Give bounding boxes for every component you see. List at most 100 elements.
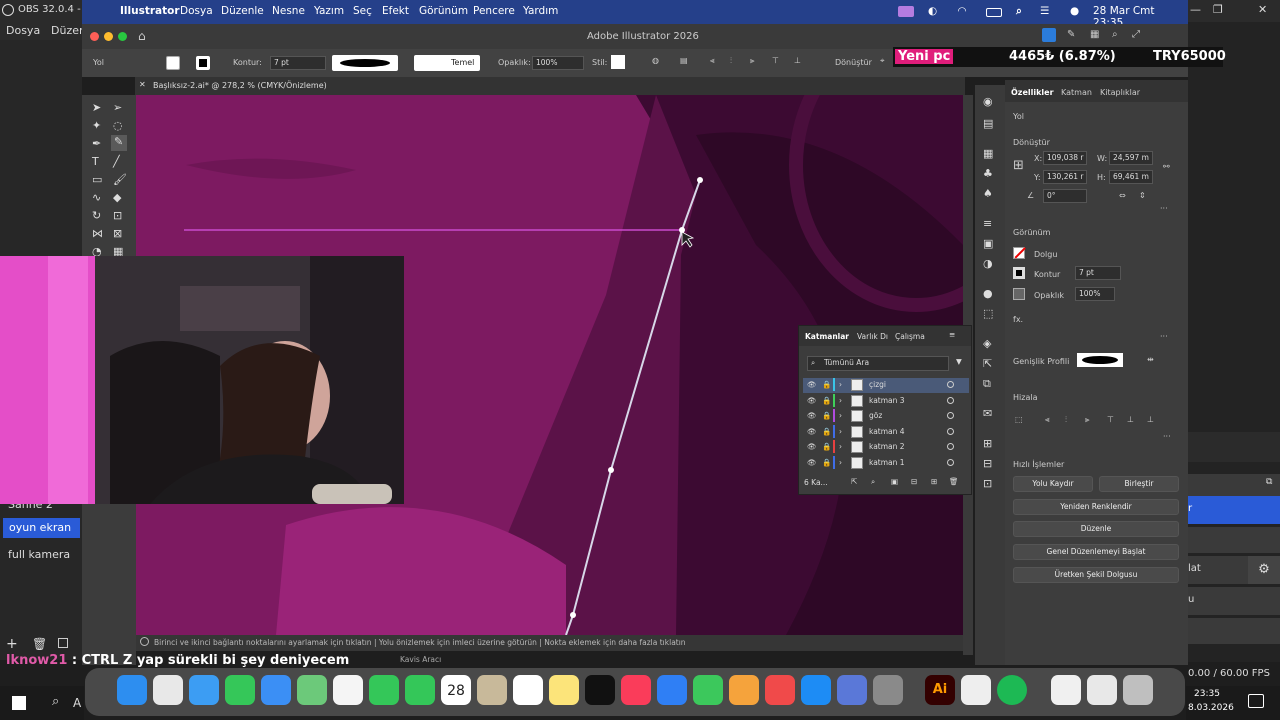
tab-libraries[interactable]: Kitaplıklar bbox=[1100, 88, 1140, 97]
x-field[interactable]: 109,038 r bbox=[1043, 151, 1087, 165]
calendar-icon[interactable]: 28 bbox=[441, 675, 471, 705]
stroke-swatch-icon[interactable] bbox=[1013, 267, 1025, 279]
stroke-panel-icon[interactable]: ≡ bbox=[983, 217, 992, 230]
minimize-icon[interactable]: — bbox=[1190, 3, 1201, 16]
phone-icon[interactable] bbox=[405, 675, 435, 705]
more-options-icon[interactable]: ··· bbox=[1160, 204, 1168, 213]
expand-arrow-icon[interactable]: › bbox=[839, 427, 842, 436]
transform-icon[interactable]: ⌖ bbox=[880, 56, 885, 66]
pen-icon[interactable]: ✎ bbox=[1067, 29, 1075, 40]
target-circle-icon[interactable] bbox=[947, 427, 954, 435]
properties-icon[interactable]: ◉ bbox=[983, 95, 993, 108]
obs-control-button[interactable]: lat bbox=[1188, 556, 1248, 584]
rocket-icon[interactable] bbox=[765, 675, 795, 705]
add-scene-icon[interactable]: + bbox=[6, 636, 18, 652]
layers-icon[interactable]: ◈ bbox=[983, 337, 991, 350]
search-icon[interactable]: ⌕ bbox=[1016, 5, 1022, 18]
layer-row[interactable]: 👁 🔒 › göz bbox=[803, 409, 969, 424]
fill-none-swatch-icon[interactable] bbox=[1013, 247, 1026, 259]
anchor-point[interactable] bbox=[570, 612, 576, 618]
tab-layers[interactable]: Katman bbox=[1061, 88, 1092, 97]
global-edit-button[interactable]: Genel Düzenlemeyi Başlat bbox=[1013, 544, 1179, 560]
comments-icon[interactable]: ✉ bbox=[983, 407, 992, 420]
delete-layer-icon[interactable]: 🗑 bbox=[949, 477, 959, 486]
pages-icon[interactable] bbox=[729, 675, 759, 705]
obs-menu-edit[interactable]: Düzen bbox=[51, 24, 86, 37]
y-field[interactable]: 130,261 r bbox=[1043, 170, 1087, 184]
obs-menu-file[interactable]: Dosya bbox=[6, 24, 40, 37]
reminders-icon[interactable] bbox=[513, 675, 543, 705]
layer-name[interactable]: göz bbox=[869, 411, 882, 420]
grid-icon[interactable]: ▦ bbox=[1090, 29, 1099, 40]
align-left-icon[interactable]: ⫷ bbox=[1045, 415, 1050, 425]
opacity-field[interactable]: 100% bbox=[532, 56, 584, 70]
window-zoom-icon[interactable] bbox=[118, 32, 127, 41]
tab-layers[interactable]: Katmanlar bbox=[805, 332, 849, 341]
gradient-icon[interactable]: ▣ bbox=[983, 237, 993, 250]
obs-control-button[interactable]: r bbox=[1188, 496, 1280, 524]
reference-point-icon[interactable]: ⊞ bbox=[1013, 158, 1024, 173]
document-tab[interactable]: Başlıksız-2.ai* @ 278,2 % (CMYK/Önizleme… bbox=[153, 81, 327, 90]
align-center-icon[interactable]: ⫶ bbox=[730, 56, 732, 66]
expand-arrow-icon[interactable]: › bbox=[839, 380, 842, 389]
tab-artboards[interactable]: Çalışma bbox=[895, 332, 925, 341]
type-tool-icon[interactable]: T bbox=[92, 155, 99, 168]
launchpad-icon[interactable] bbox=[153, 675, 183, 705]
menu-dosya[interactable]: Dosya bbox=[180, 5, 213, 17]
layer-row[interactable]: 👁 🔒 › çizgi bbox=[803, 378, 969, 393]
expand-arrow-icon[interactable]: › bbox=[839, 411, 842, 420]
visibility-eye-icon[interactable]: 👁 bbox=[807, 442, 817, 451]
search-icon[interactable]: ⌕ bbox=[1112, 29, 1118, 40]
layer-name[interactable]: katman 3 bbox=[869, 396, 905, 405]
target-circle-icon[interactable] bbox=[947, 381, 954, 388]
brush-definition[interactable]: Temel bbox=[414, 55, 480, 71]
system-settings-icon[interactable] bbox=[873, 675, 903, 705]
transform-panel-icon[interactable]: ⊡ bbox=[983, 477, 992, 490]
expand-arrow-icon[interactable]: › bbox=[839, 458, 842, 467]
fx-button[interactable]: fx. bbox=[1013, 315, 1023, 324]
window-close-icon[interactable] bbox=[90, 32, 99, 41]
layer-name[interactable]: çizgi bbox=[869, 380, 886, 389]
taskbar-search[interactable]: A bbox=[73, 696, 81, 710]
recolor-button[interactable]: Yeniden Renklendir bbox=[1013, 499, 1179, 515]
document-icon[interactable]: ▤ bbox=[983, 117, 993, 130]
obs-control-button[interactable] bbox=[1188, 618, 1280, 644]
layer-name[interactable]: katman 4 bbox=[869, 427, 905, 436]
rotate-tool-icon[interactable]: ↻ bbox=[92, 209, 101, 222]
trash-icon[interactable] bbox=[1123, 675, 1153, 705]
obs-control-button[interactable]: u bbox=[1188, 587, 1280, 615]
visibility-eye-icon[interactable]: 👁 bbox=[807, 380, 817, 389]
transform-link[interactable]: Dönüştür bbox=[835, 58, 872, 67]
graphic-styles-icon[interactable]: ⬚ bbox=[983, 307, 993, 320]
tab-close-icon[interactable]: ✕ bbox=[139, 80, 146, 89]
recolor-icon[interactable]: ◍ bbox=[652, 56, 659, 65]
maps-icon[interactable] bbox=[297, 675, 327, 705]
anchor-point[interactable] bbox=[697, 177, 703, 183]
layer-row[interactable]: 👁 🔒 › katman 1 bbox=[803, 455, 969, 471]
mail-icon[interactable] bbox=[261, 675, 291, 705]
target-circle-icon[interactable] bbox=[947, 412, 954, 419]
target-circle-icon[interactable] bbox=[947, 396, 954, 404]
stroke-weight-field[interactable]: 7 pt bbox=[1075, 266, 1121, 280]
filter-icon[interactable] bbox=[58, 638, 68, 648]
photos-icon[interactable] bbox=[333, 675, 363, 705]
layer-row[interactable]: 👁 🔒 › katman 2 bbox=[803, 440, 969, 455]
opacity-field[interactable]: 100% bbox=[1075, 287, 1115, 301]
layer-name[interactable]: katman 1 bbox=[869, 458, 905, 467]
menu-nesne[interactable]: Nesne bbox=[272, 5, 305, 17]
width-profile-select[interactable] bbox=[1077, 353, 1123, 367]
stroke-weight-field[interactable]: 7 pt bbox=[270, 56, 326, 70]
target-circle-icon[interactable] bbox=[947, 458, 954, 466]
shaper-tool-icon[interactable]: ∿ bbox=[92, 191, 101, 204]
menu-efekt[interactable]: Efekt bbox=[382, 5, 409, 17]
keynote-icon[interactable] bbox=[657, 675, 687, 705]
offset-path-button[interactable]: Yolu Kaydır bbox=[1013, 476, 1093, 492]
clip-icon[interactable]: ▣ bbox=[891, 477, 898, 486]
flip-vertical-icon[interactable]: ⇕ bbox=[1139, 191, 1146, 200]
artboards-icon[interactable]: ⧉ bbox=[983, 377, 991, 391]
close-icon[interactable]: ✕ bbox=[1258, 3, 1267, 16]
expand-icon[interactable]: ⤢ bbox=[1132, 29, 1140, 40]
screen-share-icon[interactable] bbox=[898, 6, 914, 17]
visibility-eye-icon[interactable]: 👁 bbox=[807, 411, 817, 420]
search-icon[interactable]: ⌕ bbox=[52, 694, 59, 709]
